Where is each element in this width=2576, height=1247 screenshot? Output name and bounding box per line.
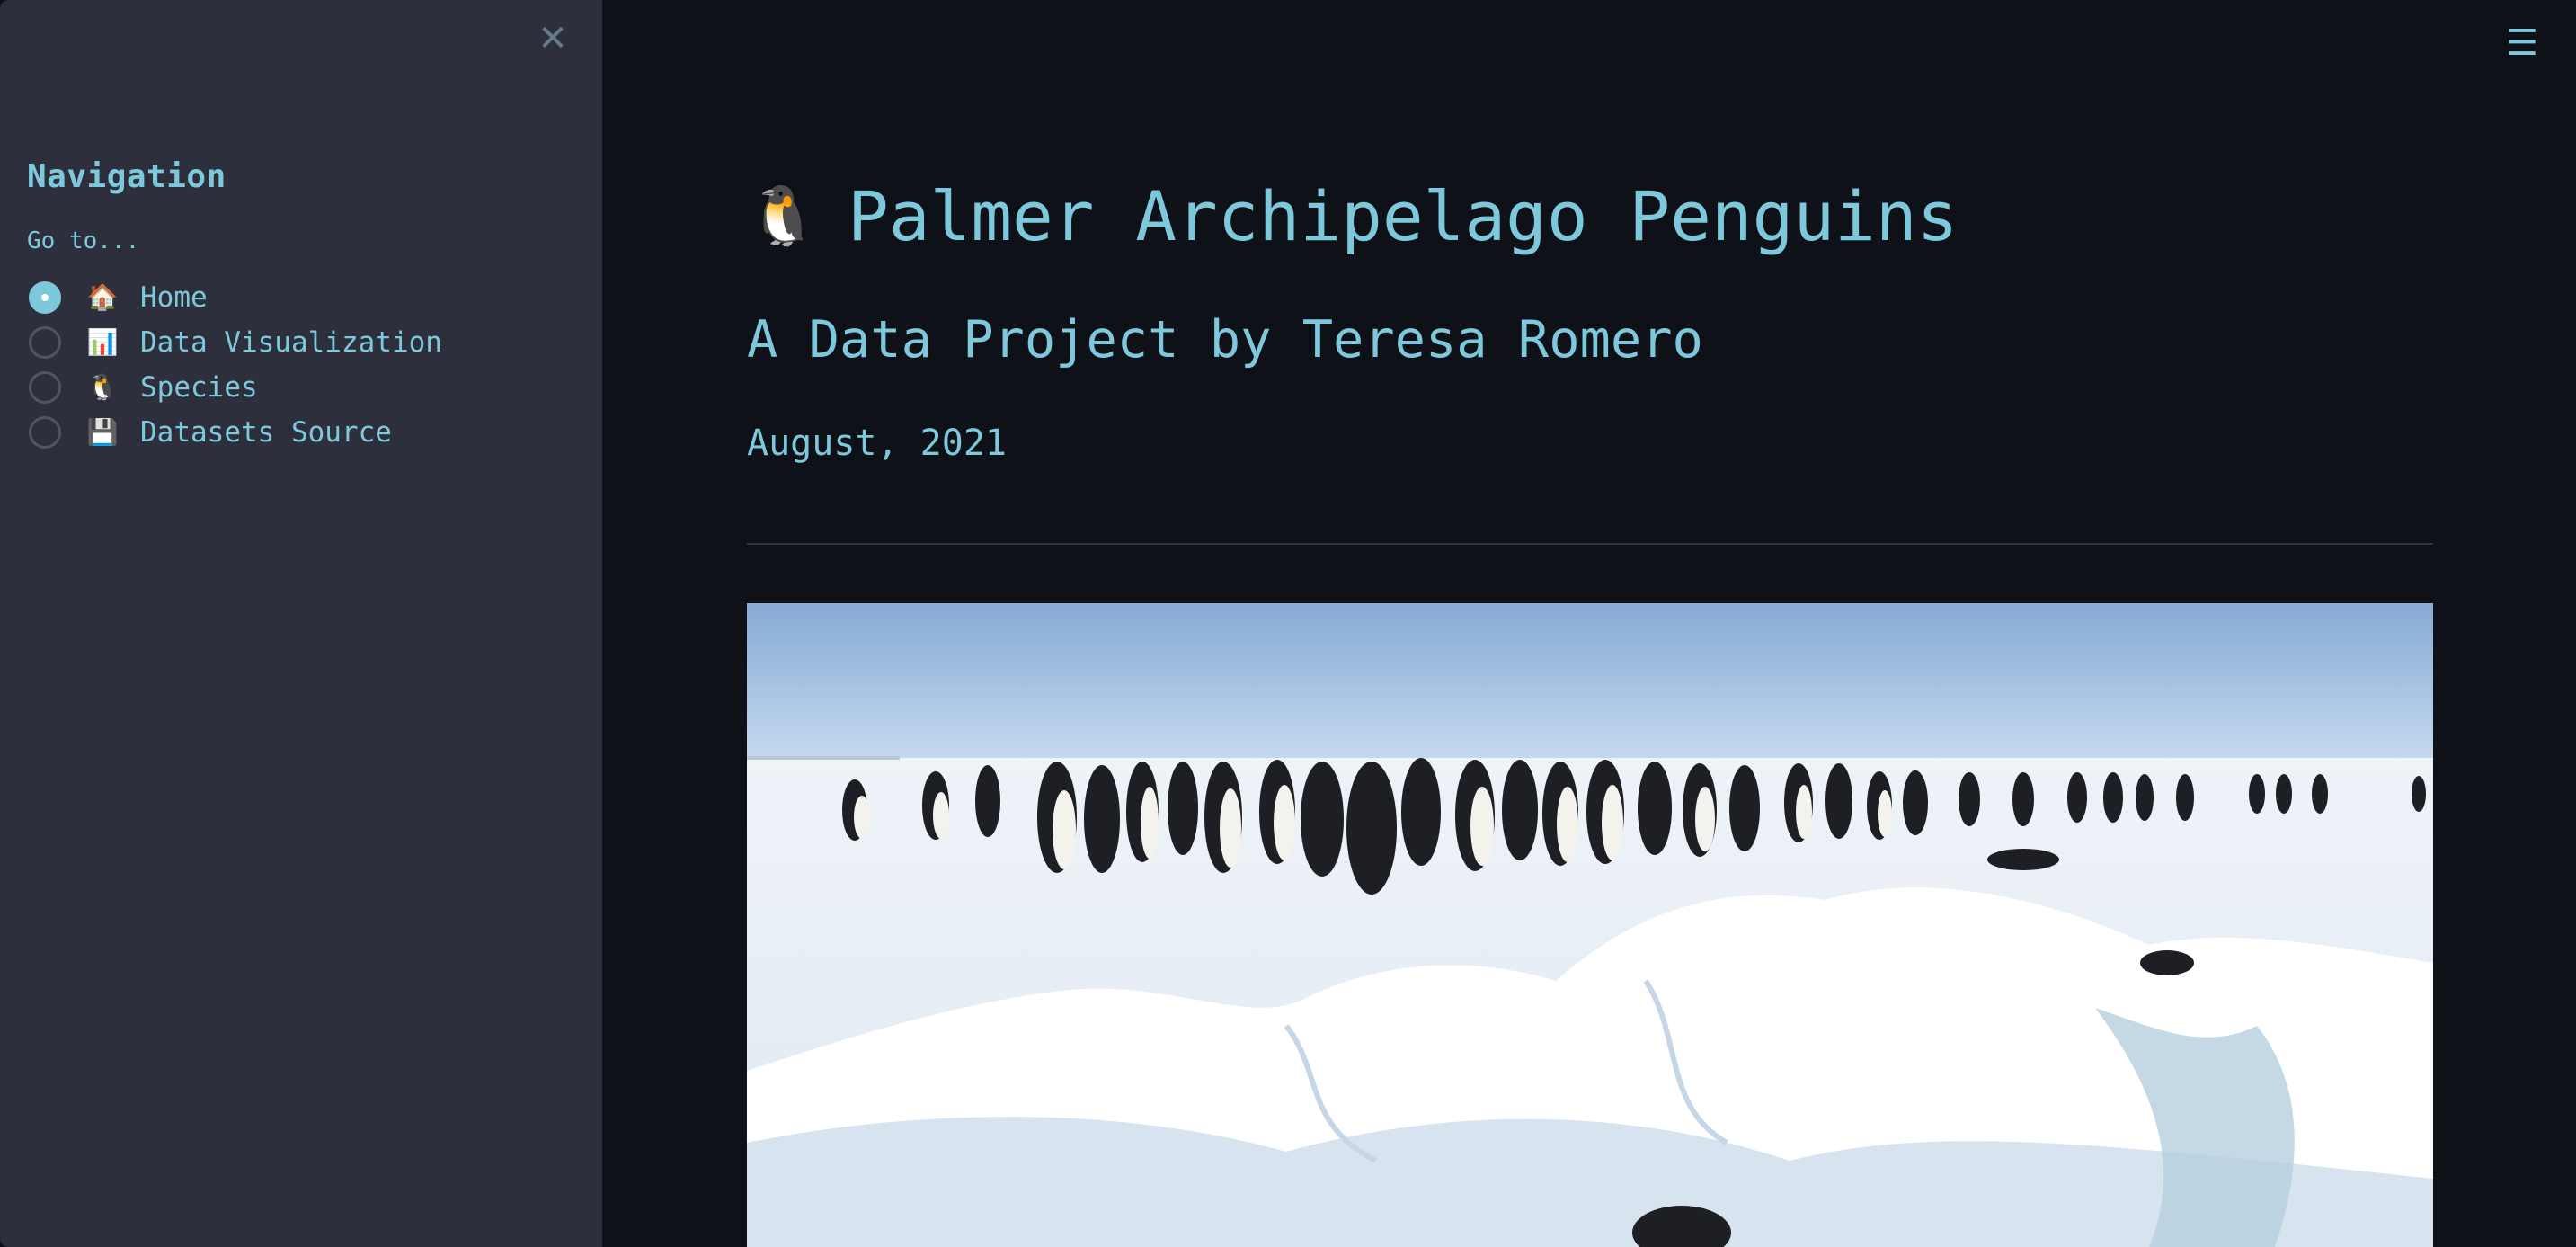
- nav-option-label[interactable]: Datasets Source: [140, 416, 392, 449]
- nav-option-datasets-source[interactable]: 💾 Datasets Source: [29, 410, 442, 455]
- divider: [747, 543, 2433, 545]
- nav-option-species[interactable]: 🐧 Species: [29, 365, 442, 410]
- bar-chart-icon: 📊: [86, 327, 119, 357]
- nav-option-label[interactable]: Species: [140, 371, 258, 404]
- sidebar-close-button[interactable]: ✕: [534, 20, 572, 58]
- penguin-icon: 🐧: [86, 372, 119, 402]
- main-menu-button[interactable]: ☰: [2506, 25, 2538, 61]
- radio-button-datasets-source[interactable]: [29, 416, 61, 449]
- hero-image: [747, 603, 2433, 1247]
- hamburger-menu-icon: ☰: [2506, 22, 2538, 64]
- sidebar-heading: Navigation: [27, 158, 227, 195]
- navigation-radio-group: 🏠 Home 📊 Data Visualization 🐧 Species 💾 …: [29, 275, 442, 455]
- nav-option-label[interactable]: Home: [140, 281, 208, 314]
- main-content: 🐧 Palmer Archipelago Penguins A Data Pro…: [747, 0, 2433, 1247]
- page-subtitle: A Data Project by Teresa Romero: [747, 310, 1703, 370]
- radio-button-data-visualization[interactable]: [29, 326, 61, 359]
- nav-option-label[interactable]: Data Visualization: [140, 326, 442, 359]
- floppy-disk-icon: 💾: [86, 417, 119, 447]
- sidebar: ✕ Navigation Go to... 🏠 Home 📊 Data Visu…: [0, 0, 602, 1247]
- radio-group-label: Go to...: [27, 227, 140, 254]
- page-title-row: 🐧 Palmer Archipelago Penguins: [747, 176, 1958, 256]
- radio-button-species[interactable]: [29, 371, 61, 404]
- page-date: August, 2021: [747, 423, 1007, 464]
- penguin-icon: 🐧: [747, 183, 819, 250]
- radio-button-home[interactable]: [29, 281, 61, 314]
- close-icon: ✕: [537, 18, 568, 59]
- page-title: Palmer Archipelago Penguins: [848, 176, 1959, 256]
- nav-option-data-visualization[interactable]: 📊 Data Visualization: [29, 320, 442, 365]
- penguin-colony-photo: [747, 603, 2433, 1247]
- house-icon: 🏠: [86, 282, 119, 312]
- nav-option-home[interactable]: 🏠 Home: [29, 275, 442, 320]
- app-window: ✕ Navigation Go to... 🏠 Home 📊 Data Visu…: [0, 0, 2576, 1247]
